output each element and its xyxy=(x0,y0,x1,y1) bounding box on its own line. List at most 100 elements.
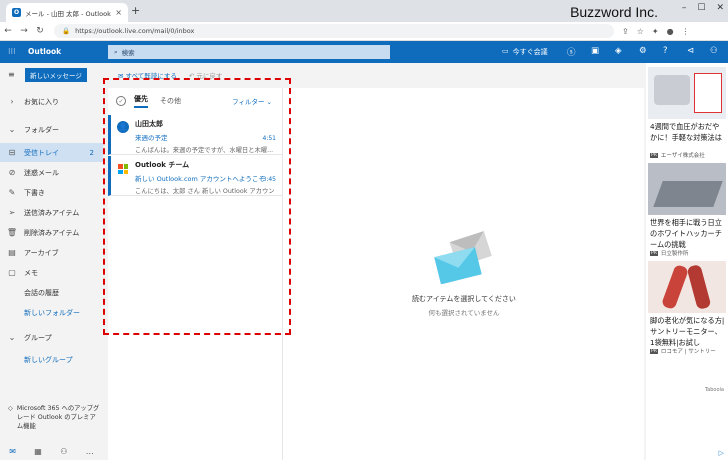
mail-icon[interactable]: ✉ xyxy=(9,447,16,456)
nav-label: アーカイブ xyxy=(24,248,59,257)
outlook-favicon-icon: O xyxy=(12,8,21,17)
ad-source-name: 日立製作所 xyxy=(660,251,689,257)
extension-icon[interactable]: ✦ xyxy=(652,27,659,36)
feedback-icon[interactable]: ⊲ xyxy=(687,46,694,56)
meet-now-label: 今すぐ会議 xyxy=(512,48,548,56)
envelopes-illustration-icon xyxy=(434,231,492,284)
ad-headline[interactable]: 脚の老化が気になる方|サントリーモニター、1袋無料|お試し xyxy=(650,315,726,348)
nav-label: 新しいフォルダー xyxy=(24,308,80,317)
office-icon[interactable]: ▣ xyxy=(591,46,599,56)
nav-label: メモ xyxy=(24,268,38,277)
nav-folders[interactable]: ⌄ フォルダー xyxy=(0,120,103,139)
monitor-shape xyxy=(654,75,690,105)
chevron-down-icon: ⌄ xyxy=(8,125,16,134)
package-shape xyxy=(694,73,722,113)
nav-label: 下書き xyxy=(24,188,45,197)
pr-badge: PR xyxy=(650,250,658,256)
rewards-icon[interactable]: ◈ xyxy=(615,46,622,56)
profile-icon[interactable]: ● xyxy=(667,27,674,36)
maximize-icon[interactable]: ☐ xyxy=(697,3,705,13)
search-placeholder: 検索 xyxy=(121,49,135,57)
nav-drafts[interactable]: ✎ 下書き xyxy=(0,183,103,202)
reload-icon[interactable]: ↻ xyxy=(32,26,48,36)
calendar-icon[interactable]: ▦ xyxy=(34,447,42,456)
archive-icon: ▤ xyxy=(8,248,16,257)
trash-icon: 🗑 xyxy=(6,228,18,237)
nav-new-group[interactable]: 新しいグループ xyxy=(0,350,103,369)
url-text: https://outlook.live.com/mail/0/inbox xyxy=(75,27,195,35)
ad-image-blood-pressure[interactable] xyxy=(648,67,726,119)
muscle-shape xyxy=(686,263,712,311)
chevron-down-icon: ⌄ xyxy=(8,333,16,342)
nav-conversation-history[interactable]: 会話の履歴 xyxy=(0,283,103,302)
nav-archive[interactable]: ▤ アーカイブ xyxy=(0,243,103,262)
search-icon: ⌕ xyxy=(114,47,118,56)
nav-groups[interactable]: ⌄ グループ xyxy=(0,328,103,347)
account-icon[interactable]: ⚇ xyxy=(710,46,718,56)
help-icon[interactable]: ? xyxy=(663,46,668,56)
new-tab-button[interactable]: + xyxy=(131,4,140,17)
forward-icon[interactable]: → xyxy=(16,26,32,36)
nav-deleted[interactable]: 🗑 削除済みアイテム xyxy=(0,223,103,242)
nav-label: 新しいグループ xyxy=(24,355,73,364)
share-icon[interactable]: ⇪ xyxy=(622,27,629,36)
inbox-icon: ⊟ xyxy=(8,148,16,157)
ad-image-muscles[interactable] xyxy=(648,261,726,313)
chevron-right-icon: › xyxy=(10,97,14,106)
ad-headline[interactable]: 4週間で血圧がおだやかに！手軽な対策法は xyxy=(650,121,726,143)
menu-dots-icon[interactable]: ⋮ xyxy=(682,27,690,36)
folder-pane: ≡ 新しいメッセージ › お気に入り ⌄ フォルダー ⊟ 受信トレイ 2 ⊘ 迷惑メール … xyxy=(0,63,103,443)
reading-pane: 読むアイテムを選択してください 何も選択されていません xyxy=(282,88,644,460)
pr-badge: PR xyxy=(650,152,658,158)
new-message-button[interactable]: 新しいメッセージ xyxy=(25,68,87,82)
close-window-icon[interactable]: ✕ xyxy=(716,3,724,13)
nav-favorites[interactable]: › お気に入り xyxy=(0,92,103,111)
close-tab-icon[interactable]: × xyxy=(115,8,122,17)
minimize-icon[interactable]: – xyxy=(682,3,687,13)
nav-notes[interactable]: ▢ メモ xyxy=(0,263,103,282)
back-icon[interactable]: ← xyxy=(0,26,16,36)
nav-label: フォルダー xyxy=(24,125,59,134)
ad-source: PR ロコモア | サントリー xyxy=(650,347,716,355)
browser-tab[interactable]: O メール - 山田 太郎 - Outlook × xyxy=(6,3,128,22)
browser-tabstrip: O メール - 山田 太郎 - Outlook × + Buzzword Inc… xyxy=(0,0,728,22)
star-icon[interactable]: ☆ xyxy=(637,27,644,36)
nav-new-folder[interactable]: 新しいフォルダー xyxy=(0,303,103,322)
pr-badge: PR xyxy=(650,348,658,354)
more-icon[interactable]: … xyxy=(86,447,94,456)
hamburger-menu-icon[interactable]: ≡ xyxy=(8,70,15,79)
address-row: ← → ↻ 🔒 https://outlook.live.com/mail/0/… xyxy=(0,22,728,41)
ad-image-laptop[interactable] xyxy=(648,163,726,215)
taboola-label[interactable]: Taboola xyxy=(705,387,724,393)
ad-source: PR 日立製作所 xyxy=(650,249,688,257)
settings-gear-icon[interactable]: ⚙ xyxy=(639,46,647,56)
nav-label: 会話の履歴 xyxy=(24,288,59,297)
empty-state-title: 読むアイテムを選択してください xyxy=(412,295,516,303)
send-icon: ➢ xyxy=(8,208,16,217)
diamond-icon: ◇ xyxy=(8,405,13,412)
skype-icon[interactable]: ⓢ xyxy=(567,46,576,58)
nav-label: グループ xyxy=(24,333,52,342)
unread-count: 2 xyxy=(89,148,94,157)
laptop-shape xyxy=(653,181,723,207)
app-launcher-icon[interactable]: ⁝⁝⁝ xyxy=(8,47,16,56)
nav-sent[interactable]: ➢ 送信済みアイテム xyxy=(0,203,103,222)
nav-inbox[interactable]: ⊟ 受信トレイ 2 xyxy=(0,143,103,162)
suite-bar: ⁝⁝⁝ Outlook ⌕ 検索 ▭ 今すぐ会議 ⓢ ▣ ◈ ⚙ ? ⊲ ⚇ xyxy=(0,41,728,63)
window-controls: – ☐ ✕ xyxy=(682,3,724,13)
ad-headline[interactable]: 世界を相手に戦う日立のホワイトハッカーチームの挑戦 xyxy=(650,217,726,250)
url-bar[interactable]: 🔒 https://outlook.live.com/mail/0/inbox xyxy=(54,24,614,38)
adchoices-icon[interactable]: ▷ xyxy=(719,449,724,457)
tab-title: メール - 山田 太郎 - Outlook xyxy=(25,9,111,18)
nav-label: 受信トレイ xyxy=(24,148,59,157)
nav-label: 送信済みアイテム xyxy=(24,208,80,217)
meet-now-button[interactable]: ▭ 今すぐ会議 xyxy=(502,47,548,57)
app-name[interactable]: Outlook xyxy=(28,47,61,56)
search-input[interactable]: ⌕ 検索 xyxy=(108,45,390,59)
upgrade-promo[interactable]: ◇ Microsoft 365 へのアップグレード Outlook のプレミアム… xyxy=(8,404,101,431)
empty-state-subtitle: 何も選択されていません xyxy=(428,309,500,317)
nav-junk[interactable]: ⊘ 迷惑メール xyxy=(0,163,103,182)
people-icon[interactable]: ⚇ xyxy=(60,447,67,456)
blocked-icon: ⊘ xyxy=(8,168,16,177)
video-icon: ▭ xyxy=(502,47,509,55)
